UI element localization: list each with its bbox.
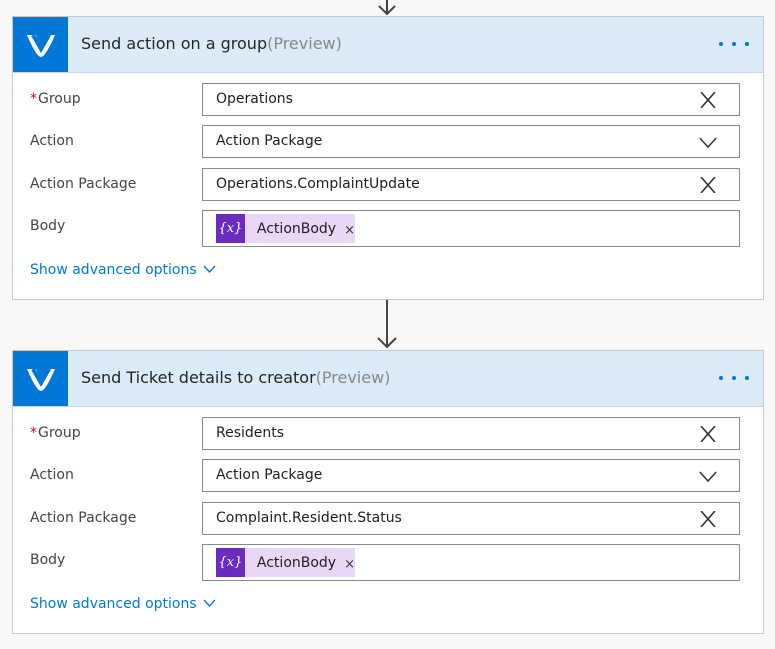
token-remove-icon[interactable]: × [344, 557, 355, 572]
group-label-text: Group [38, 91, 81, 107]
required-mark: * [30, 425, 37, 441]
action-dropdown[interactable]: Action Package [202, 459, 740, 492]
advanced-link-text: Show advanced options [30, 596, 197, 612]
more-dots-icon[interactable] [719, 370, 749, 386]
card-title-text: Send Ticket details to creator [81, 368, 316, 387]
close-icon[interactable] [699, 426, 717, 442]
body-label: Body [30, 218, 66, 234]
flow-arrow-icon [378, 0, 396, 16]
flow-arrow-icon [377, 300, 397, 349]
group-label: *Group [30, 91, 81, 107]
token-label: ActionBody [256, 554, 337, 571]
body-field[interactable]: {x} ActionBody × [202, 544, 740, 581]
show-advanced-options-link[interactable]: Show advanced options [30, 262, 216, 278]
action-label: Action [30, 133, 74, 149]
action-dropdown[interactable]: Action Package [202, 125, 740, 158]
more-dots-icon[interactable] [719, 36, 749, 52]
action-value: Action Package [216, 133, 323, 149]
action-package-value: Operations.ComplaintUpdate [216, 176, 420, 192]
group-label-text: Group [38, 425, 81, 441]
show-advanced-options-link[interactable]: Show advanced options [30, 596, 216, 612]
card-header[interactable]: Send action on a group(Preview) [13, 17, 763, 73]
token-remove-icon[interactable]: × [344, 223, 355, 238]
card-title: Send action on a group(Preview) [81, 34, 342, 53]
card-title: Send Ticket details to creator(Preview) [81, 368, 390, 387]
group-label: *Group [30, 425, 81, 441]
action-label: Action [30, 467, 74, 483]
token-label: ActionBody [256, 220, 337, 237]
close-icon[interactable] [699, 177, 717, 193]
group-value: Residents [216, 425, 285, 441]
chevron-down-icon[interactable] [697, 134, 719, 150]
card-header[interactable]: Send Ticket details to creator(Preview) [13, 351, 763, 407]
body-field[interactable]: {x} ActionBody × [202, 210, 740, 247]
advanced-link-text: Show advanced options [30, 262, 197, 278]
expression-icon: {x} [216, 214, 245, 243]
action-card-send-action-on-group: Send action on a group(Preview) *Group O… [12, 16, 764, 300]
action-body-token[interactable]: {x} ActionBody × [216, 548, 355, 577]
preview-label: (Preview) [315, 368, 391, 387]
action-body-token[interactable]: {x} ActionBody × [216, 214, 355, 243]
close-icon[interactable] [699, 92, 717, 108]
required-mark: * [30, 91, 37, 107]
chevron-down-icon [203, 599, 216, 607]
action-package-label: Action Package [30, 510, 137, 526]
card-title-text: Send action on a group [81, 34, 268, 53]
action-package-field[interactable]: Complaint.Resident.Status [202, 502, 740, 535]
group-value: Operations [216, 91, 293, 107]
close-icon[interactable] [699, 511, 717, 527]
action-card-send-ticket-details: Send Ticket details to creator(Preview) … [12, 350, 764, 634]
preview-label: (Preview) [267, 34, 342, 53]
expression-icon: {x} [216, 548, 245, 577]
group-field[interactable]: Operations [202, 83, 740, 116]
action-package-value: Complaint.Resident.Status [216, 510, 402, 526]
body-label: Body [30, 552, 66, 568]
kaizala-check-icon [13, 351, 68, 406]
action-package-field[interactable]: Operations.ComplaintUpdate [202, 168, 740, 201]
action-package-label: Action Package [30, 176, 137, 192]
group-field[interactable]: Residents [202, 417, 740, 450]
action-value: Action Package [216, 467, 323, 483]
chevron-down-icon[interactable] [697, 468, 719, 484]
kaizala-check-icon [13, 17, 68, 72]
chevron-down-icon [203, 265, 216, 273]
